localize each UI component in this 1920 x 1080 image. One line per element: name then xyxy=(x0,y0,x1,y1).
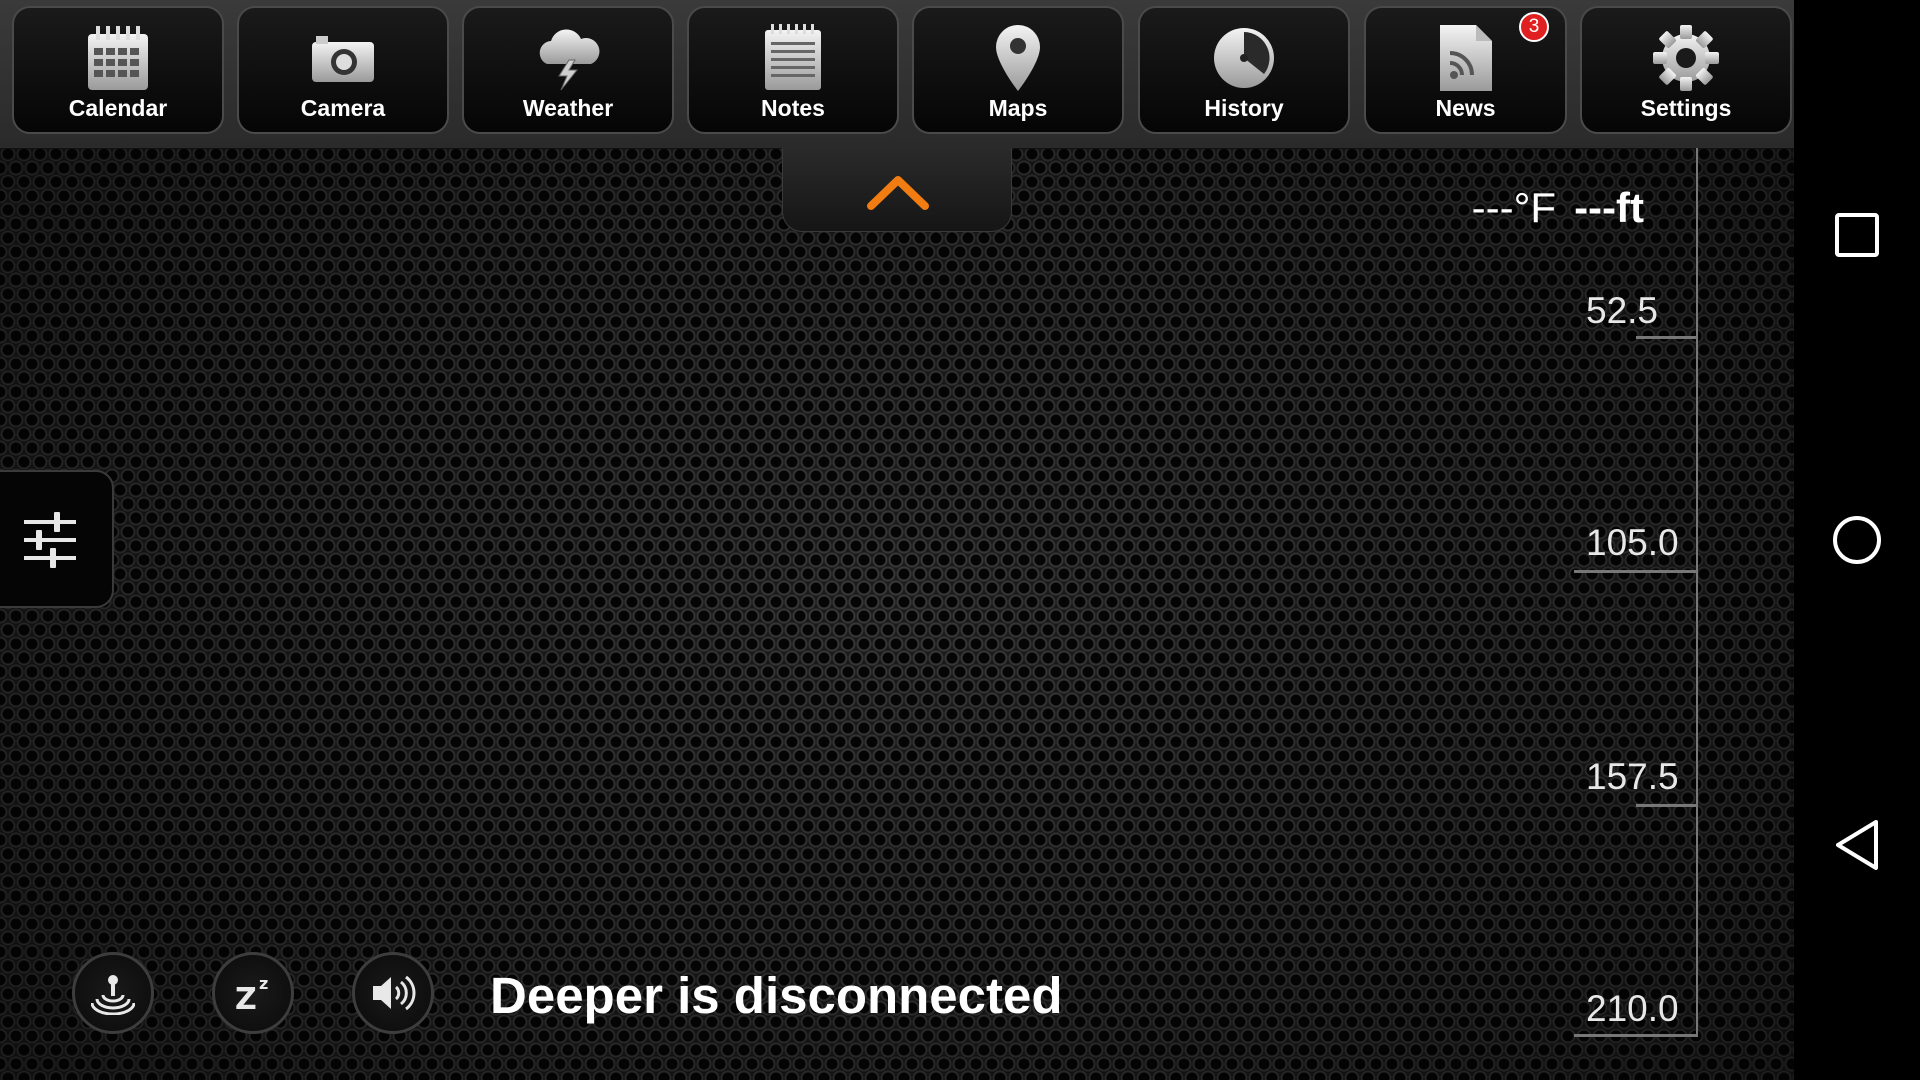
camera-button[interactable]: Camera xyxy=(237,6,449,134)
weather-button[interactable]: Weather xyxy=(462,6,674,134)
sonar-settings-button[interactable] xyxy=(0,470,114,608)
svg-text:z: z xyxy=(259,974,268,993)
maps-button[interactable]: Maps xyxy=(912,6,1124,134)
notes-icon xyxy=(753,20,833,96)
depth-tick-label: 157.5 xyxy=(1586,756,1679,797)
history-button[interactable]: History xyxy=(1138,6,1350,134)
gear-icon xyxy=(1646,20,1726,96)
system-navigation-bar xyxy=(1794,0,1920,1080)
camera-label: Camera xyxy=(300,95,386,121)
depth-tick xyxy=(1636,804,1698,807)
map-pin-icon xyxy=(978,20,1058,96)
depth-tick xyxy=(1574,570,1698,573)
sliders-icon xyxy=(24,512,76,568)
sonar-icon xyxy=(91,975,135,1015)
sleep-button[interactable]: Z z xyxy=(212,952,294,1034)
home-icon xyxy=(1833,516,1881,564)
screen: Calendar Camera Weather Notes Maps Histo… xyxy=(0,0,1920,1080)
news-button[interactable]: News 3 xyxy=(1364,6,1567,134)
history-icon xyxy=(1204,20,1284,96)
settings-button[interactable]: Settings xyxy=(1580,6,1792,134)
calendar-label: Calendar xyxy=(68,95,168,121)
notes-button[interactable]: Notes xyxy=(687,6,899,134)
recents-button[interactable] xyxy=(1822,200,1892,270)
camera-icon xyxy=(303,20,383,96)
volume-button[interactable] xyxy=(352,952,434,1034)
calendar-icon xyxy=(78,20,158,96)
history-label: History xyxy=(1204,95,1284,121)
depth-tick xyxy=(1636,336,1698,339)
connection-status: Deeper is disconnected xyxy=(490,967,1063,1024)
back-button[interactable] xyxy=(1822,810,1892,880)
notes-label: Notes xyxy=(761,95,825,121)
depth-tick-label: 105.0 xyxy=(1586,522,1679,563)
svg-text:Z: Z xyxy=(235,982,257,1015)
water-depth: ---ft xyxy=(1574,184,1644,231)
settings-label: Settings xyxy=(1640,95,1732,121)
depth-tick xyxy=(1574,1034,1698,1037)
back-icon xyxy=(1836,820,1878,870)
depth-scale-axis xyxy=(1696,148,1698,1036)
chevron-up-icon xyxy=(867,176,929,210)
home-button[interactable] xyxy=(1822,505,1892,575)
news-label: News xyxy=(1435,95,1496,121)
weather-icon xyxy=(528,20,608,96)
calendar-button[interactable]: Calendar xyxy=(12,6,224,134)
weather-label: Weather xyxy=(522,95,614,121)
depth-tick-label: 52.5 xyxy=(1586,290,1659,331)
readout: ---°F ---ft xyxy=(1472,184,1644,232)
volume-icon xyxy=(373,975,416,1011)
recents-icon xyxy=(1835,213,1879,257)
rss-document-icon xyxy=(1426,20,1506,96)
news-badge: 3 xyxy=(1519,12,1549,42)
sonar-button[interactable] xyxy=(72,952,154,1034)
maps-label: Maps xyxy=(988,95,1048,121)
sleep-icon: Z z xyxy=(235,974,268,1015)
depth-tick-label: 210.0 xyxy=(1586,988,1679,1029)
app-bar: Calendar Camera Weather Notes Maps Histo… xyxy=(0,0,1794,149)
water-temperature: ---°F xyxy=(1471,184,1557,231)
sonar-view: Calendar Camera Weather Notes Maps Histo… xyxy=(0,0,1794,1080)
expand-panel-tab[interactable] xyxy=(782,148,1012,232)
